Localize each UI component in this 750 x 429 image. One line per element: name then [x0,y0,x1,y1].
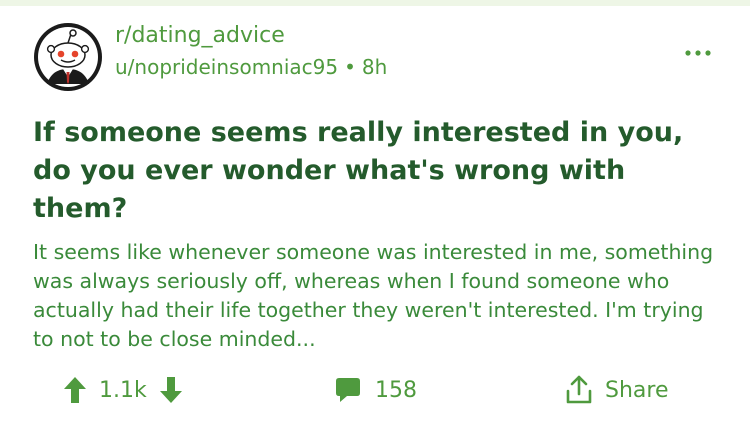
share-button[interactable]: Share [565,370,669,410]
meta-separator: • [344,55,356,79]
comment-count: 158 [375,377,417,403]
post-meta: r/dating_advice u/noprideinsomniac95 • 8h [115,22,387,80]
arrow-down-icon [159,377,182,403]
upvote-button[interactable] [63,375,87,405]
arrow-up-icon [64,377,86,403]
subreddit-link[interactable]: r/dating_advice [115,22,387,50]
post-card[interactable]: r/dating_advice u/noprideinsomniac95 • 8h … [0,6,750,429]
share-label: Share [605,377,669,403]
more-options-icon [685,50,711,56]
vote-score: 1.1k [99,377,147,403]
post-body[interactable]: It seems like whenever someone was inter… [33,238,723,354]
more-options-button[interactable] [684,42,712,56]
author-line: u/noprideinsomniac95 • 8h [115,54,387,80]
share-icon [566,375,592,404]
comment-bubble-icon [336,378,360,402]
author-link[interactable]: u/noprideinsomniac95 [115,55,338,79]
downvote-button[interactable] [159,375,183,405]
comments-button[interactable]: 158 [335,370,417,410]
action-bar: 1.1k 158 Share [0,370,750,410]
avatar[interactable] [33,22,103,92]
post-title[interactable]: If someone seems really interested in yo… [33,114,723,228]
post-age: 8h [361,55,388,79]
reddit-snoo-icon [34,23,102,91]
vote-group: 1.1k [63,370,183,410]
